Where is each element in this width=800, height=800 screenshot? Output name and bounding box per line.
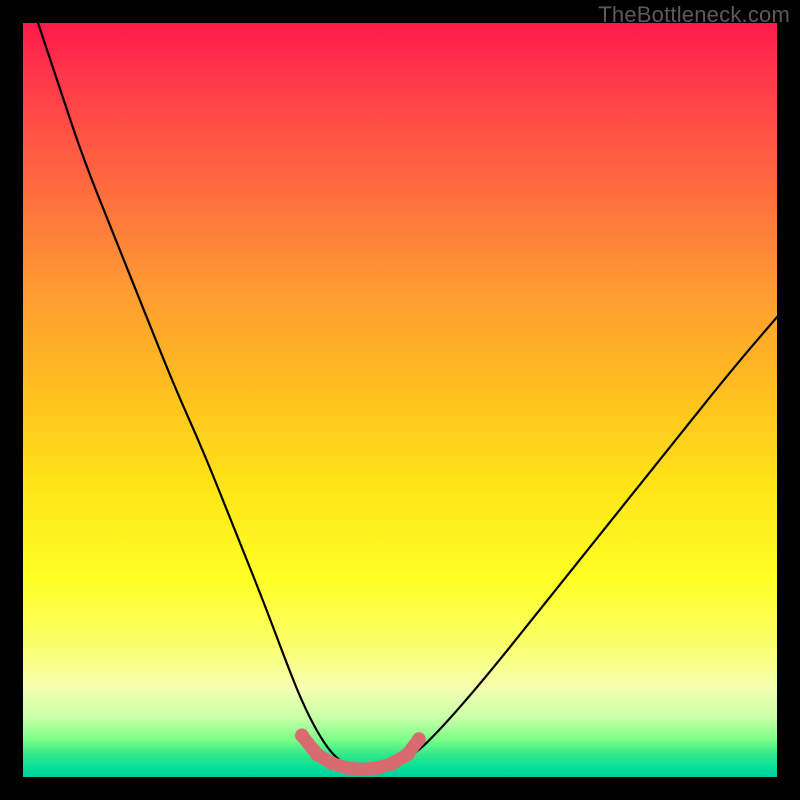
chart-frame: TheBottleneck.com — [0, 0, 800, 800]
optimal-range-dot — [355, 762, 369, 776]
optimal-range-dot — [310, 747, 324, 761]
bottleneck-curve — [38, 23, 777, 769]
optimal-range-dot — [412, 732, 426, 746]
optimal-range-dot — [370, 761, 384, 775]
optimal-range-dot — [325, 756, 339, 770]
bottleneck-curve-svg — [23, 23, 777, 777]
optimal-range-dot — [401, 747, 415, 761]
optimal-range-dot — [295, 729, 309, 743]
optimal-range-dot — [340, 761, 354, 775]
optimal-range-dot — [385, 756, 399, 770]
attribution-watermark: TheBottleneck.com — [598, 2, 790, 28]
plot-area — [23, 23, 777, 777]
